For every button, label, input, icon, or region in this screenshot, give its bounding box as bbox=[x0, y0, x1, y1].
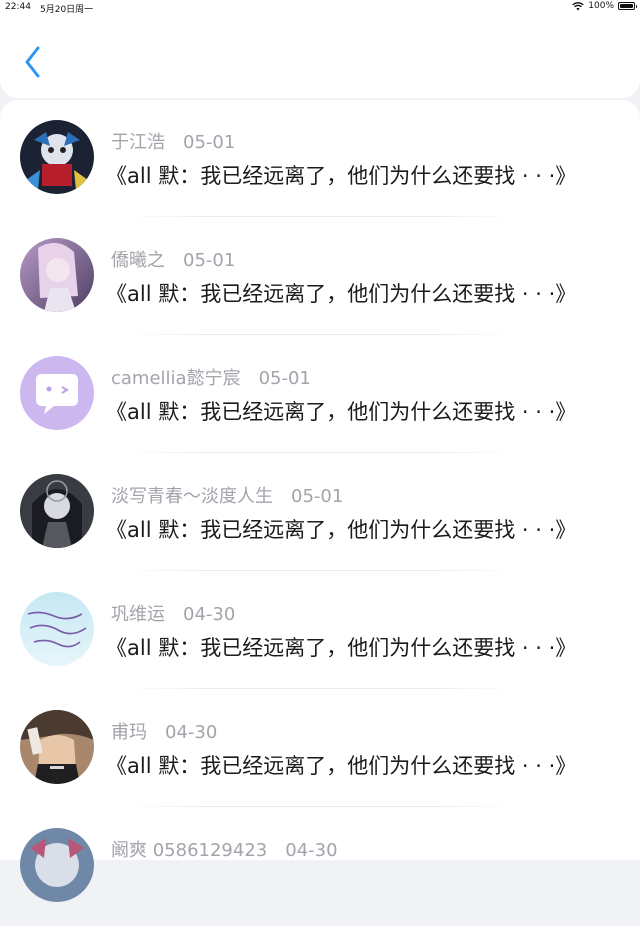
divider bbox=[125, 452, 515, 453]
author-name: 僑曦之 bbox=[111, 250, 165, 271]
author-name: camellia懿宁宸 bbox=[111, 368, 241, 389]
battery-icon bbox=[618, 2, 637, 10]
story-list: 于江浩 05-01 《all 默：我已经远离了，他们为什么还要找 · · ·》 bbox=[0, 100, 640, 902]
back-button[interactable] bbox=[18, 42, 52, 82]
divider bbox=[125, 334, 515, 335]
item-meta: 于江浩 05-01 bbox=[111, 128, 235, 154]
item-date: 04-30 bbox=[285, 840, 338, 861]
divider bbox=[125, 216, 515, 217]
item-title: 《all 默：我已经远离了，他们为什么还要找 · · ·》 bbox=[106, 164, 577, 188]
item-title: 《all 默：我已经远离了，他们为什么还要找 · · ·》 bbox=[106, 636, 577, 660]
item-date: 05-01 bbox=[291, 486, 344, 507]
author-name: 于江浩 bbox=[111, 132, 165, 153]
nav-header bbox=[0, 14, 640, 98]
item-date: 04-30 bbox=[165, 722, 218, 743]
avatar[interactable] bbox=[20, 710, 94, 784]
author-name: 阚爽 0586129423 bbox=[111, 840, 268, 861]
item-meta: 甫玛 04-30 bbox=[111, 718, 217, 744]
avatar[interactable] bbox=[20, 238, 94, 312]
item-meta: 僑曦之 05-01 bbox=[111, 246, 235, 272]
status-bar: 22:44 5月20日周一 100% bbox=[0, 0, 640, 15]
item-meta: camellia懿宁宸 05-01 bbox=[111, 364, 311, 390]
item-date: 05-01 bbox=[258, 368, 311, 389]
item-meta: 阚爽 0586129423 04-30 bbox=[111, 836, 338, 862]
item-meta: 巩维运 04-30 bbox=[111, 600, 235, 626]
item-title: 《all 默：我已经远离了，他们为什么还要找 · · ·》 bbox=[106, 400, 577, 424]
divider bbox=[125, 570, 515, 571]
item-meta: 淡写青春～淡度人生 05-01 bbox=[111, 482, 343, 508]
status-right: 100% bbox=[572, 1, 637, 11]
item-date: 04-30 bbox=[183, 604, 236, 625]
author-name: 淡写青春～淡度人生 bbox=[111, 486, 273, 507]
list-item[interactable]: 于江浩 05-01 《all 默：我已经远离了，他们为什么还要找 · · ·》 bbox=[0, 100, 640, 218]
wifi-icon bbox=[572, 1, 584, 10]
item-date: 05-01 bbox=[183, 250, 236, 271]
list-item[interactable]: 僑曦之 05-01 《all 默：我已经远离了，他们为什么还要找 · · ·》 bbox=[0, 218, 640, 336]
item-date: 05-01 bbox=[183, 132, 236, 153]
list-item[interactable]: 阚爽 0586129423 04-30 bbox=[0, 808, 640, 926]
author-name: 巩维运 bbox=[111, 604, 165, 625]
divider bbox=[125, 806, 515, 807]
list-item[interactable]: 淡写青春～淡度人生 05-01 《all 默：我已经远离了，他们为什么还要找 · … bbox=[0, 454, 640, 572]
list-item[interactable]: camellia懿宁宸 05-01 《all 默：我已经远离了，他们为什么还要找 … bbox=[0, 336, 640, 454]
author-name: 甫玛 bbox=[111, 722, 147, 743]
list-item[interactable]: 巩维运 04-30 《all 默：我已经远离了，他们为什么还要找 · · ·》 bbox=[0, 572, 640, 690]
avatar[interactable] bbox=[20, 592, 94, 666]
divider bbox=[125, 688, 515, 689]
list-item[interactable]: 甫玛 04-30 《all 默：我已经远离了，他们为什么还要找 · · ·》 bbox=[0, 690, 640, 808]
battery-percent: 100% bbox=[588, 1, 614, 11]
item-title: 《all 默：我已经远离了，他们为什么还要找 · · ·》 bbox=[106, 518, 577, 542]
item-title: 《all 默：我已经远离了，他们为什么还要找 · · ·》 bbox=[106, 282, 577, 306]
status-time: 22:44 bbox=[5, 2, 31, 12]
avatar[interactable] bbox=[20, 828, 94, 902]
chevron-left-icon bbox=[25, 46, 40, 78]
item-title: 《all 默：我已经远离了，他们为什么还要找 · · ·》 bbox=[106, 754, 577, 778]
avatar[interactable] bbox=[20, 120, 94, 194]
avatar[interactable] bbox=[20, 474, 94, 548]
avatar[interactable] bbox=[20, 356, 94, 430]
